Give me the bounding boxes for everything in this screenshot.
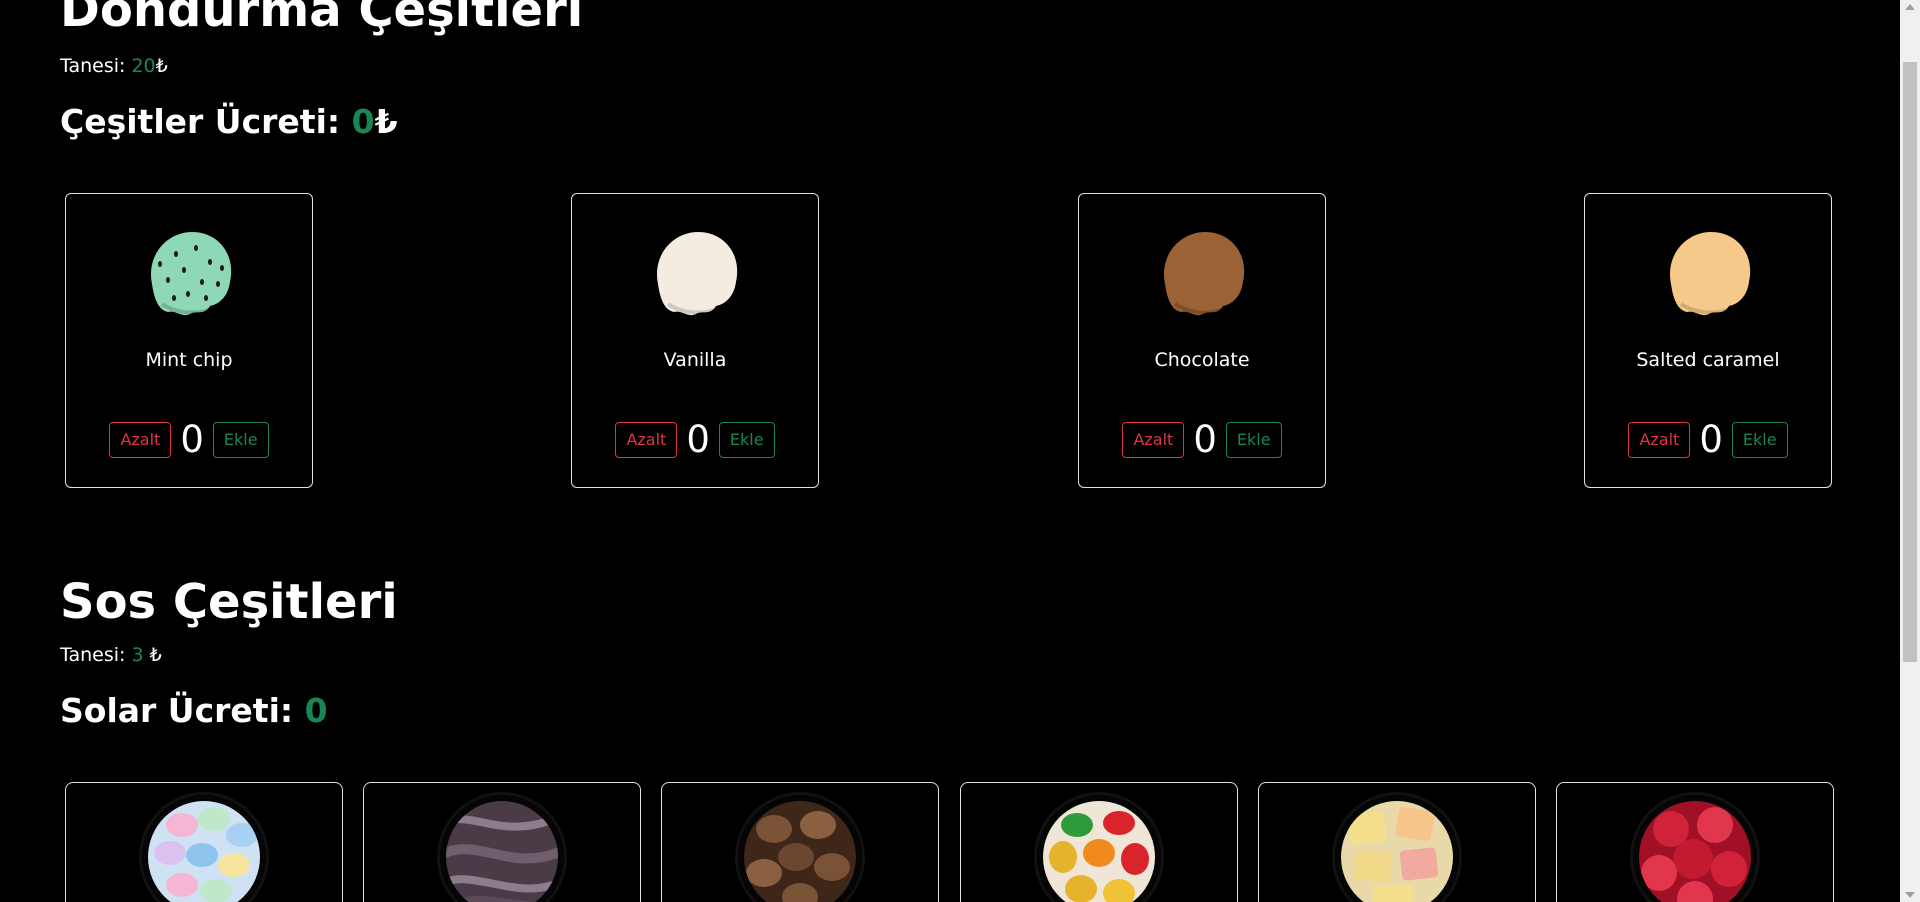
scroll-down-arrow-icon[interactable] xyxy=(1905,892,1915,898)
quantity-controls: Azalt 0 Ekle xyxy=(572,421,818,458)
quantity-count: 0 xyxy=(180,418,204,461)
chocolate-shavings-icon xyxy=(440,795,564,902)
vertical-scrollbar[interactable] xyxy=(1900,0,1920,902)
add-button[interactable]: Ekle xyxy=(212,421,269,458)
sauce-card xyxy=(65,782,343,902)
ice-cream-scoop-icon xyxy=(151,232,232,316)
sauce-section-title: Sos Çeşitleri xyxy=(60,574,398,630)
sauce-card xyxy=(661,782,939,902)
sauce-total: Solar Ücreti: 0 xyxy=(60,691,328,730)
decrease-button[interactable]: Azalt xyxy=(1122,421,1185,458)
quantity-count: 0 xyxy=(1699,418,1723,461)
gummy-bears-icon xyxy=(1037,795,1161,902)
quantity-count: 0 xyxy=(686,418,710,461)
sauce-card xyxy=(960,782,1238,902)
scrollbar-thumb[interactable] xyxy=(1903,62,1917,662)
total-value: 0 xyxy=(351,102,375,141)
flavor-name: Chocolate xyxy=(1154,349,1250,371)
total-value: 0 xyxy=(304,691,328,730)
flavor-name: Salted caramel xyxy=(1636,349,1780,371)
flavor-card-vanilla: Vanilla Azalt 0 Ekle xyxy=(571,193,819,488)
add-button[interactable]: Ekle xyxy=(1225,421,1282,458)
scroll-up-arrow-icon[interactable] xyxy=(1905,4,1915,10)
unit-price-value: 3 xyxy=(131,644,144,666)
sauce-card xyxy=(363,782,641,902)
add-button[interactable]: Ekle xyxy=(1731,421,1788,458)
chocolate-chips-icon xyxy=(738,795,862,902)
quantity-count: 0 xyxy=(1193,418,1217,461)
ice-cream-scoop-icon xyxy=(657,232,738,316)
flavor-card-chocolate: Chocolate Azalt 0 Ekle xyxy=(1078,193,1326,488)
ice-cream-unit-price: Tanesi: 20₺ xyxy=(60,55,168,77)
quantity-controls: Azalt 0 Ekle xyxy=(1585,421,1831,458)
currency-symbol: ₺ xyxy=(374,102,398,141)
ice-cream-total: Çeşitler Ücreti: 0₺ xyxy=(60,102,398,141)
page: Dondurma Çeşitleri Tanesi: 20₺ Çeşitler … xyxy=(0,0,1900,902)
ice-cream-scoop-icon xyxy=(1670,232,1751,316)
turkish-delight-icon xyxy=(1335,795,1459,902)
decrease-button[interactable]: Azalt xyxy=(1628,421,1691,458)
quantity-controls: Azalt 0 Ekle xyxy=(1079,421,1325,458)
currency-symbol: ₺ xyxy=(155,55,168,77)
ice-cream-scoop-icon xyxy=(1164,232,1245,316)
flavor-card-salted-caramel: Salted caramel Azalt 0 Ekle xyxy=(1584,193,1832,488)
decrease-button[interactable]: Azalt xyxy=(109,421,172,458)
flavor-name: Vanilla xyxy=(663,349,727,371)
flavor-name: Mint chip xyxy=(145,349,233,371)
add-button[interactable]: Ekle xyxy=(718,421,775,458)
unit-price-value: 20 xyxy=(131,55,156,77)
ice-cream-section-title: Dondurma Çeşitleri xyxy=(60,0,584,38)
cherries-icon xyxy=(1633,795,1757,902)
currency-symbol: ₺ xyxy=(149,644,162,666)
sauce-card xyxy=(1556,782,1834,902)
sauce-unit-price: Tanesi: 3 ₺ xyxy=(60,644,162,666)
flavor-card-mint-chip: Mint chip Azalt 0 Ekle xyxy=(65,193,313,488)
quantity-controls: Azalt 0 Ekle xyxy=(66,421,312,458)
decrease-button[interactable]: Azalt xyxy=(615,421,678,458)
sauce-card xyxy=(1258,782,1536,902)
candy-buttons-icon xyxy=(142,795,266,902)
